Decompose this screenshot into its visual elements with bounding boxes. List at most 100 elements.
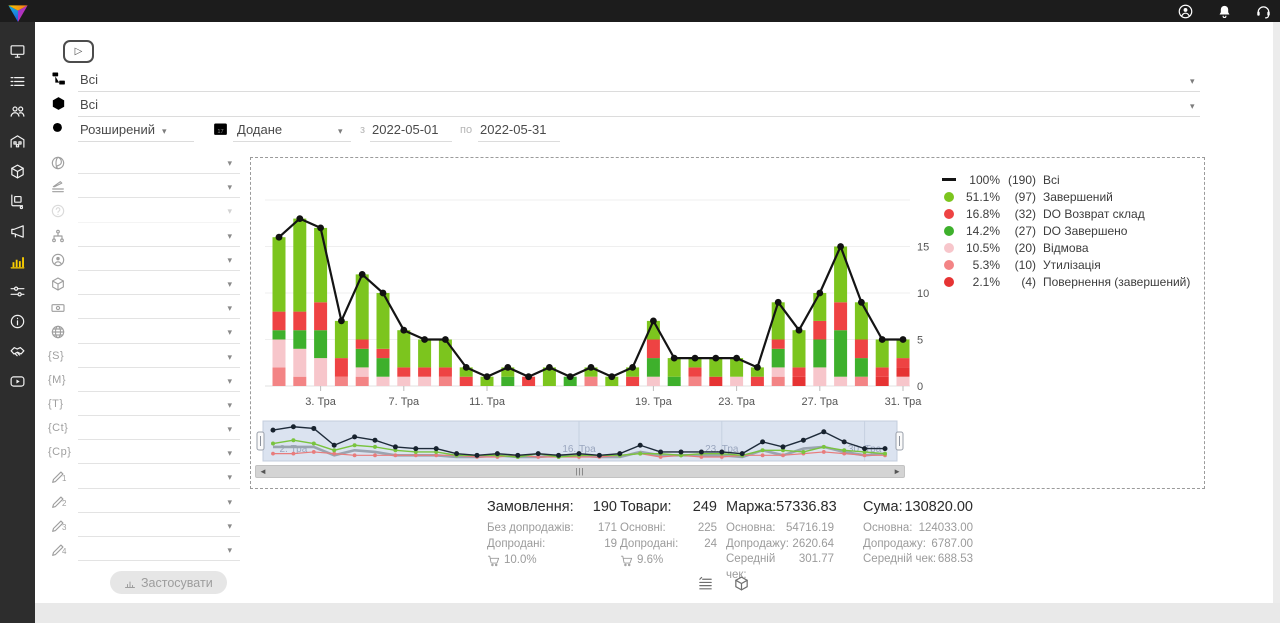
chevron-down-icon[interactable]: ▾	[1190, 101, 1195, 112]
filter-select-11[interactable]: {T} ▾	[48, 394, 240, 418]
divider	[78, 415, 240, 416]
search-type-select[interactable]: Розширений	[80, 122, 155, 137]
group-by-product-toggle[interactable]	[733, 575, 750, 592]
divider	[78, 560, 240, 561]
filter-select-7[interactable]: ▾	[48, 297, 240, 321]
filter-select-9[interactable]: {S}▾	[48, 346, 240, 370]
sidebar-item-warehouse[interactable]	[0, 126, 35, 156]
top-bar	[0, 0, 1280, 22]
filter-select-12[interactable]: {Ct} ▾	[48, 418, 240, 442]
filter-select-4[interactable]: ▾	[48, 225, 240, 249]
support-icon[interactable]	[1255, 3, 1272, 20]
date-to-input[interactable]: 2022-05-31	[480, 122, 547, 137]
filter-select-3[interactable]: ▾	[48, 200, 240, 224]
chevron-down-icon[interactable]: ▾	[227, 182, 232, 193]
stat-sub-value: 6787.00	[931, 537, 973, 553]
chevron-down-icon[interactable]: ▾	[227, 424, 232, 435]
chevron-down-icon[interactable]: ▾	[227, 303, 232, 314]
chevron-down-icon[interactable]: ▾	[227, 352, 232, 363]
filter-select-6[interactable]: ▾	[48, 273, 240, 297]
filter-select-2[interactable]: ▾	[48, 176, 240, 200]
legend-item-1[interactable]: 100%(190)Всі	[941, 171, 1190, 188]
chevron-down-icon[interactable]: ▾	[227, 206, 232, 217]
filter-select-8[interactable]: ▾	[48, 321, 240, 345]
group-by-status-toggle[interactable]	[697, 575, 714, 592]
filter-select-5[interactable]: ▾	[48, 249, 240, 273]
divider	[78, 488, 240, 489]
legend-item-4[interactable]: 14.2%(27)DO Завершено	[941, 222, 1190, 239]
legend-item-2[interactable]: 51.1%(97)Завершений	[941, 188, 1190, 205]
legend-item-7[interactable]: 2.1%(4)Повернення (завершений)	[941, 273, 1190, 290]
user-icon[interactable]	[1177, 3, 1194, 20]
bell-icon[interactable]	[1216, 3, 1233, 20]
dot-swatch	[944, 243, 954, 253]
right-scroll-area[interactable]	[1273, 22, 1280, 603]
chevron-down-icon[interactable]: ▾	[227, 472, 232, 483]
sidebar-item-dashboard[interactable]	[0, 36, 35, 66]
legend-label: Утилізація	[1043, 258, 1101, 272]
chevron-down-icon[interactable]: ▾	[227, 376, 232, 387]
mini-barchart-icon	[124, 577, 136, 589]
stat-label: Замовлення:	[487, 499, 574, 515]
filter-select-13[interactable]: {Cp}▾	[48, 442, 240, 466]
chevron-down-icon[interactable]: ▾	[227, 255, 232, 266]
svg-text:11. Тра: 11. Тра	[469, 396, 506, 408]
product-filter-select[interactable]: Всі	[80, 97, 98, 112]
line-swatch	[942, 178, 956, 181]
sidebar-item-statistics[interactable]	[0, 246, 35, 276]
chevron-down-icon[interactable]: ▾	[227, 448, 232, 459]
chevron-down-icon[interactable]: ▾	[227, 545, 232, 556]
status-filter-select[interactable]: Всі	[80, 72, 98, 87]
app-logo[interactable]	[4, 1, 32, 29]
chevron-down-icon[interactable]: ▾	[227, 231, 232, 242]
chart-scrollbar[interactable]: ◄ ||| ►	[255, 465, 905, 478]
utm-badge-icon: {M}	[48, 374, 66, 386]
stat-sub-label: Допродажу:	[726, 537, 789, 553]
chevron-down-icon[interactable]: ▾	[162, 126, 167, 137]
chevron-down-icon[interactable]: ▾	[338, 126, 343, 137]
brush-handle-left[interactable]	[257, 432, 264, 450]
chevron-down-icon[interactable]: ▾	[227, 400, 232, 411]
legend-item-3[interactable]: 16.8%(32)DO Возврат склад	[941, 205, 1190, 222]
sidebar-item-supply[interactable]	[0, 186, 35, 216]
cart-icon	[487, 554, 500, 567]
chevron-down-icon[interactable]: ▾	[227, 497, 232, 508]
filter-select-17[interactable]: 4▾	[48, 539, 240, 563]
chevron-down-icon[interactable]: ▾	[227, 279, 232, 290]
utm-badge-icon: {Ct}	[48, 422, 68, 434]
sidebar-item-clients[interactable]	[0, 96, 35, 126]
sidebar-item-partners[interactable]	[0, 336, 35, 366]
sidebar-item-settings[interactable]	[0, 276, 35, 306]
apply-button[interactable]: Застосувати	[110, 571, 227, 594]
legend-item-5[interactable]: 10.5%(20)Відмова	[941, 239, 1190, 256]
stacked-bar-line-chart[interactable]: 3. Тра7. Тра11. Тра19. Тра23. Тра27. Тра…	[255, 162, 935, 412]
scroll-right-icon[interactable]: ►	[893, 467, 901, 476]
sidebar-item-info[interactable]	[0, 306, 35, 336]
chevron-down-icon[interactable]: ▾	[227, 521, 232, 532]
filter-select-16[interactable]: 3▾	[48, 515, 240, 539]
filter-select-1[interactable]: ▾	[48, 152, 240, 176]
sidebar-item-orders[interactable]	[0, 66, 35, 96]
filter-select-10[interactable]: {M} ▾	[48, 370, 240, 394]
scroll-left-icon[interactable]: ◄	[259, 467, 267, 476]
filter-select-14[interactable]: 1▾	[48, 466, 240, 490]
tutorial-play-button[interactable]: ▷	[63, 40, 94, 63]
sidebar-item-products[interactable]	[0, 156, 35, 186]
chevron-down-icon[interactable]: ▾	[227, 327, 232, 338]
date-from-label: з	[360, 124, 365, 136]
legend-item-6[interactable]: 5.3%(10)Утилізація	[941, 256, 1190, 273]
legend-label: Завершений	[1043, 190, 1113, 204]
divider	[478, 141, 560, 142]
date-from-input[interactable]: 2022-05-01	[372, 122, 439, 137]
utm-badge-icon: {T}	[48, 398, 64, 410]
sidebar-item-video[interactable]	[0, 366, 35, 396]
scrollbar-grip[interactable]: |||	[575, 467, 584, 476]
chevron-down-icon[interactable]: ▾	[227, 158, 232, 169]
filter-select-15[interactable]: 2▾	[48, 491, 240, 515]
chart-minimap-brush[interactable]: 2. Тра16. Тра23. Тра30. Тра	[255, 419, 905, 463]
chevron-down-icon[interactable]: ▾	[1190, 76, 1195, 87]
date-field-select[interactable]: Додане	[237, 122, 282, 137]
svg-text:23. Тра: 23. Тра	[718, 396, 756, 408]
sidebar-item-marketing[interactable]	[0, 216, 35, 246]
brush-handle-right[interactable]	[896, 432, 903, 450]
